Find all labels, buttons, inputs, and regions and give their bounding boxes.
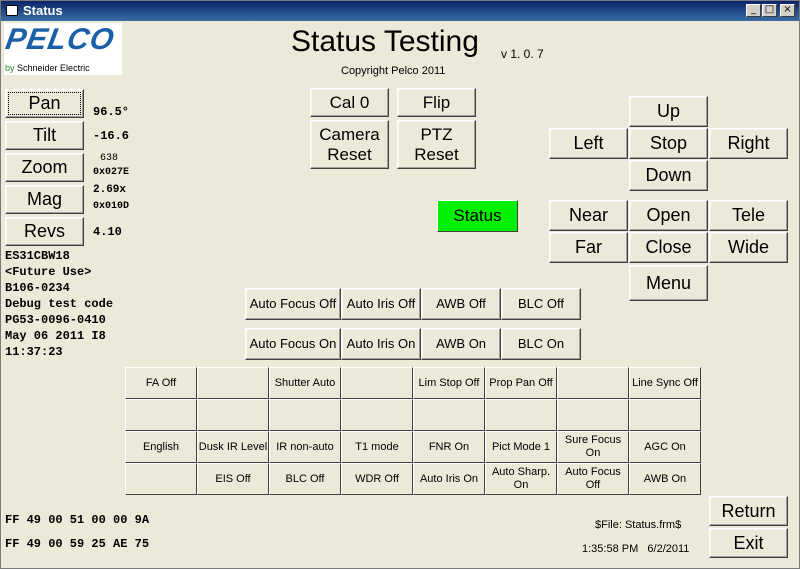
logo-subtitle: by Schneider Electric: [5, 63, 90, 73]
mag-button[interactable]: Mag: [5, 185, 84, 214]
timestamp-label: 1:35:58 PM 6/2/2011: [582, 543, 690, 555]
open-button[interactable]: Open: [629, 200, 708, 231]
hex-line: FF 49 00 59 25 AE 75: [5, 537, 150, 551]
tele-button[interactable]: Tele: [709, 200, 788, 231]
status-cell[interactable]: Line Sync Off: [629, 367, 701, 399]
info-line: ES31CBW18: [5, 249, 70, 263]
minimize-button[interactable]: _: [746, 4, 761, 17]
logo-sub-by: by: [5, 63, 15, 73]
revs-button[interactable]: Revs: [5, 217, 84, 246]
status-cell[interactable]: Auto Sharp. On: [485, 463, 557, 495]
status-cell[interactable]: BLC Off: [269, 463, 341, 495]
status-cell[interactable]: Pict Mode 1: [485, 431, 557, 463]
client-area: PELCO by Schneider Electric Status Testi…: [1, 21, 799, 568]
pelco-logo: PELCO by Schneider Electric: [3, 23, 122, 75]
ptz-reset-button[interactable]: PTZ Reset: [397, 120, 476, 169]
title-bar[interactable]: Status _ □ ×: [1, 1, 799, 21]
tilt-readout: -16.6: [93, 129, 130, 143]
close-window-button[interactable]: ×: [780, 4, 795, 17]
tilt-button[interactable]: Tilt: [5, 121, 84, 150]
revs-readout: 4.10: [93, 225, 122, 239]
close-button[interactable]: Close: [629, 232, 708, 263]
status-cell[interactable]: FNR On: [413, 431, 485, 463]
pan-readout: 96.5°: [93, 105, 130, 119]
status-cell[interactable]: Sure Focus On: [557, 431, 629, 463]
status-cell[interactable]: [413, 399, 485, 431]
version-label: v 1. 0. 7: [501, 47, 544, 61]
pan-button[interactable]: Pan: [5, 89, 84, 118]
page-title: Status Testing: [291, 25, 479, 58]
far-button[interactable]: Far: [549, 232, 628, 263]
cal-0-button[interactable]: Cal 0: [310, 88, 389, 117]
status-cell[interactable]: [485, 399, 557, 431]
status-cell[interactable]: [125, 399, 197, 431]
status-cell[interactable]: [341, 367, 413, 399]
status-cell[interactable]: [197, 399, 269, 431]
blc-off-button[interactable]: BLC Off: [501, 288, 581, 320]
status-cell[interactable]: Auto Focus Off: [557, 463, 629, 495]
return-button[interactable]: Return: [709, 496, 788, 526]
status-cell[interactable]: English: [125, 431, 197, 463]
app-icon: [6, 5, 18, 16]
zoom-button[interactable]: Zoom: [5, 153, 84, 182]
status-cell[interactable]: AWB On: [629, 463, 701, 495]
status-cell[interactable]: Shutter Auto: [269, 367, 341, 399]
status-cell[interactable]: [629, 399, 701, 431]
status-cell[interactable]: EIS Off: [197, 463, 269, 495]
auto-iris-on-button[interactable]: Auto Iris On: [341, 328, 421, 360]
status-cell[interactable]: Dusk IR Level: [197, 431, 269, 463]
status-cell[interactable]: FA Off: [125, 367, 197, 399]
awb-off-button[interactable]: AWB Off: [421, 288, 501, 320]
near-button[interactable]: Near: [549, 200, 628, 231]
info-line: May 06 2011 I8: [5, 329, 106, 343]
status-button[interactable]: Status: [437, 200, 518, 232]
wide-button[interactable]: Wide: [709, 232, 788, 263]
status-cell[interactable]: Lim Stop Off: [413, 367, 485, 399]
info-line: <Future Use>: [5, 265, 92, 279]
status-cell[interactable]: Prop Pan Off: [485, 367, 557, 399]
right-button[interactable]: Right: [709, 128, 788, 159]
status-cell[interactable]: AGC On: [629, 431, 701, 463]
status-window: Status _ □ × PELCO by Schneider Electric…: [0, 0, 800, 569]
file-label: $File: Status.frm$: [595, 519, 682, 531]
awb-on-button[interactable]: AWB On: [421, 328, 501, 360]
copyright-label: Copyright Pelco 2011: [341, 65, 446, 77]
maximize-button[interactable]: □: [762, 4, 777, 17]
stop-button[interactable]: Stop: [629, 128, 708, 159]
status-cell[interactable]: [269, 399, 341, 431]
info-line: 11:37:23: [5, 345, 63, 359]
mag-readout: 2.69x: [93, 184, 127, 196]
status-cell[interactable]: [125, 463, 197, 495]
status-cell[interactable]: T1 mode: [341, 431, 413, 463]
status-cell[interactable]: [557, 367, 629, 399]
status-cell[interactable]: [197, 367, 269, 399]
mag-hex-readout: 0x010D: [93, 201, 130, 212]
camera-reset-button[interactable]: Camera Reset: [310, 120, 389, 169]
flip-button[interactable]: Flip: [397, 88, 476, 117]
status-cell[interactable]: [341, 399, 413, 431]
status-cell[interactable]: IR non-auto: [269, 431, 341, 463]
logo-brand: PELCO: [3, 23, 118, 56]
left-button[interactable]: Left: [549, 128, 628, 159]
blc-on-button[interactable]: BLC On: [501, 328, 581, 360]
zoom-readout: 638: [100, 153, 119, 164]
exit-button[interactable]: Exit: [709, 528, 788, 558]
info-line: PG53-0096-0410: [5, 313, 106, 327]
auto-focus-on-button[interactable]: Auto Focus On: [245, 328, 341, 360]
window-title: Status: [23, 3, 63, 18]
zoom-hex-readout: 0x027E: [93, 167, 130, 178]
info-line: B106-0234: [5, 281, 70, 295]
up-button[interactable]: Up: [629, 96, 708, 127]
menu-button[interactable]: Menu: [629, 265, 708, 301]
auto-iris-off-button[interactable]: Auto Iris Off: [341, 288, 421, 320]
down-button[interactable]: Down: [629, 160, 708, 191]
auto-focus-off-button[interactable]: Auto Focus Off: [245, 288, 341, 320]
hex-line: FF 49 00 51 00 00 9A: [5, 513, 150, 527]
status-cell[interactable]: [557, 399, 629, 431]
info-line: Debug test code: [5, 297, 114, 311]
status-cell[interactable]: WDR Off: [341, 463, 413, 495]
logo-sub-company: Schneider Electric: [17, 63, 90, 73]
status-cell[interactable]: Auto Iris On: [413, 463, 485, 495]
